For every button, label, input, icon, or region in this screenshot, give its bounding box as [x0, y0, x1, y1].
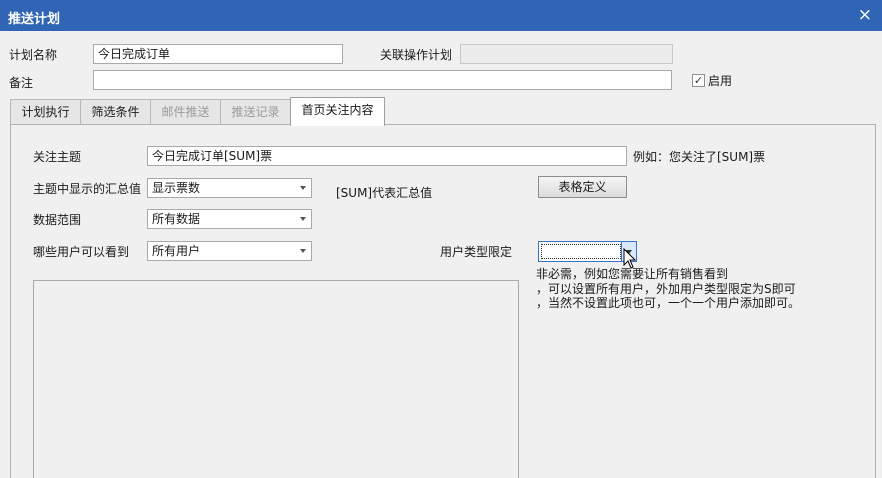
sum-hint: [SUM]代表汇总值 [336, 186, 433, 200]
window-title: 推送计划 [8, 12, 61, 27]
visible-users-select[interactable]: 所有用户 [147, 241, 312, 261]
tab-filter-conditions[interactable]: 筛选条件 [80, 99, 151, 125]
chevron-down-icon [300, 217, 306, 221]
chevron-down-icon [300, 249, 306, 253]
user-type-note-line-2: ，可以设置所有用户，外加用户类型限定为S即可 [536, 282, 796, 296]
title-bar: 推送计划 × [0, 0, 882, 31]
plan-name-label: 计划名称 [9, 48, 58, 62]
summary-select[interactable]: 显示票数 [147, 178, 312, 198]
user-type-label: 用户类型限定 [440, 245, 513, 259]
user-list-box[interactable] [33, 280, 519, 478]
push-plan-dialog: 推送计划 × 计划名称 今日完成订单 关联操作计划 备注 ✓ 启用 计划执行 筛… [0, 0, 882, 478]
remark-input[interactable] [93, 70, 672, 90]
user-type-note-line-1: 非必需，例如您需要让所有销售看到 [536, 267, 729, 281]
enable-checkbox[interactable]: ✓ [692, 74, 705, 87]
summary-select-value: 显示票数 [152, 181, 201, 195]
subject-label: 关注主题 [33, 150, 82, 164]
subject-input[interactable]: 今日完成订单[SUM]票 [147, 146, 627, 166]
visible-users-select-value: 所有用户 [152, 244, 201, 258]
subject-example: 例如：您关注了[SUM]票 [633, 150, 766, 164]
range-label: 数据范围 [33, 213, 82, 227]
tab-plan-execution[interactable]: 计划执行 [10, 99, 81, 125]
user-type-select-value [541, 244, 621, 259]
related-plan-input [460, 44, 673, 64]
close-icon[interactable]: × [858, 5, 872, 25]
range-select-value: 所有数据 [152, 212, 201, 226]
plan-name-input[interactable]: 今日完成订单 [93, 44, 343, 64]
enable-label: 启用 [708, 74, 733, 88]
remark-label: 备注 [9, 76, 34, 90]
chevron-down-icon [300, 186, 306, 190]
related-plan-label: 关联操作计划 [380, 48, 453, 62]
tab-push-records: 推送记录 [220, 99, 291, 125]
summary-label: 主题中显示的汇总值 [33, 182, 142, 196]
user-type-note-line-3: ，当然不设置此项也可，一个一个用户添加即可。 [536, 296, 801, 310]
range-select[interactable]: 所有数据 [147, 209, 312, 229]
table-definition-button[interactable]: 表格定义 [538, 176, 627, 198]
tab-homepage-content[interactable]: 首页关注内容 [290, 97, 385, 126]
tab-email-push: 邮件推送 [150, 99, 221, 125]
visible-users-label: 哪些用户可以看到 [33, 245, 130, 259]
